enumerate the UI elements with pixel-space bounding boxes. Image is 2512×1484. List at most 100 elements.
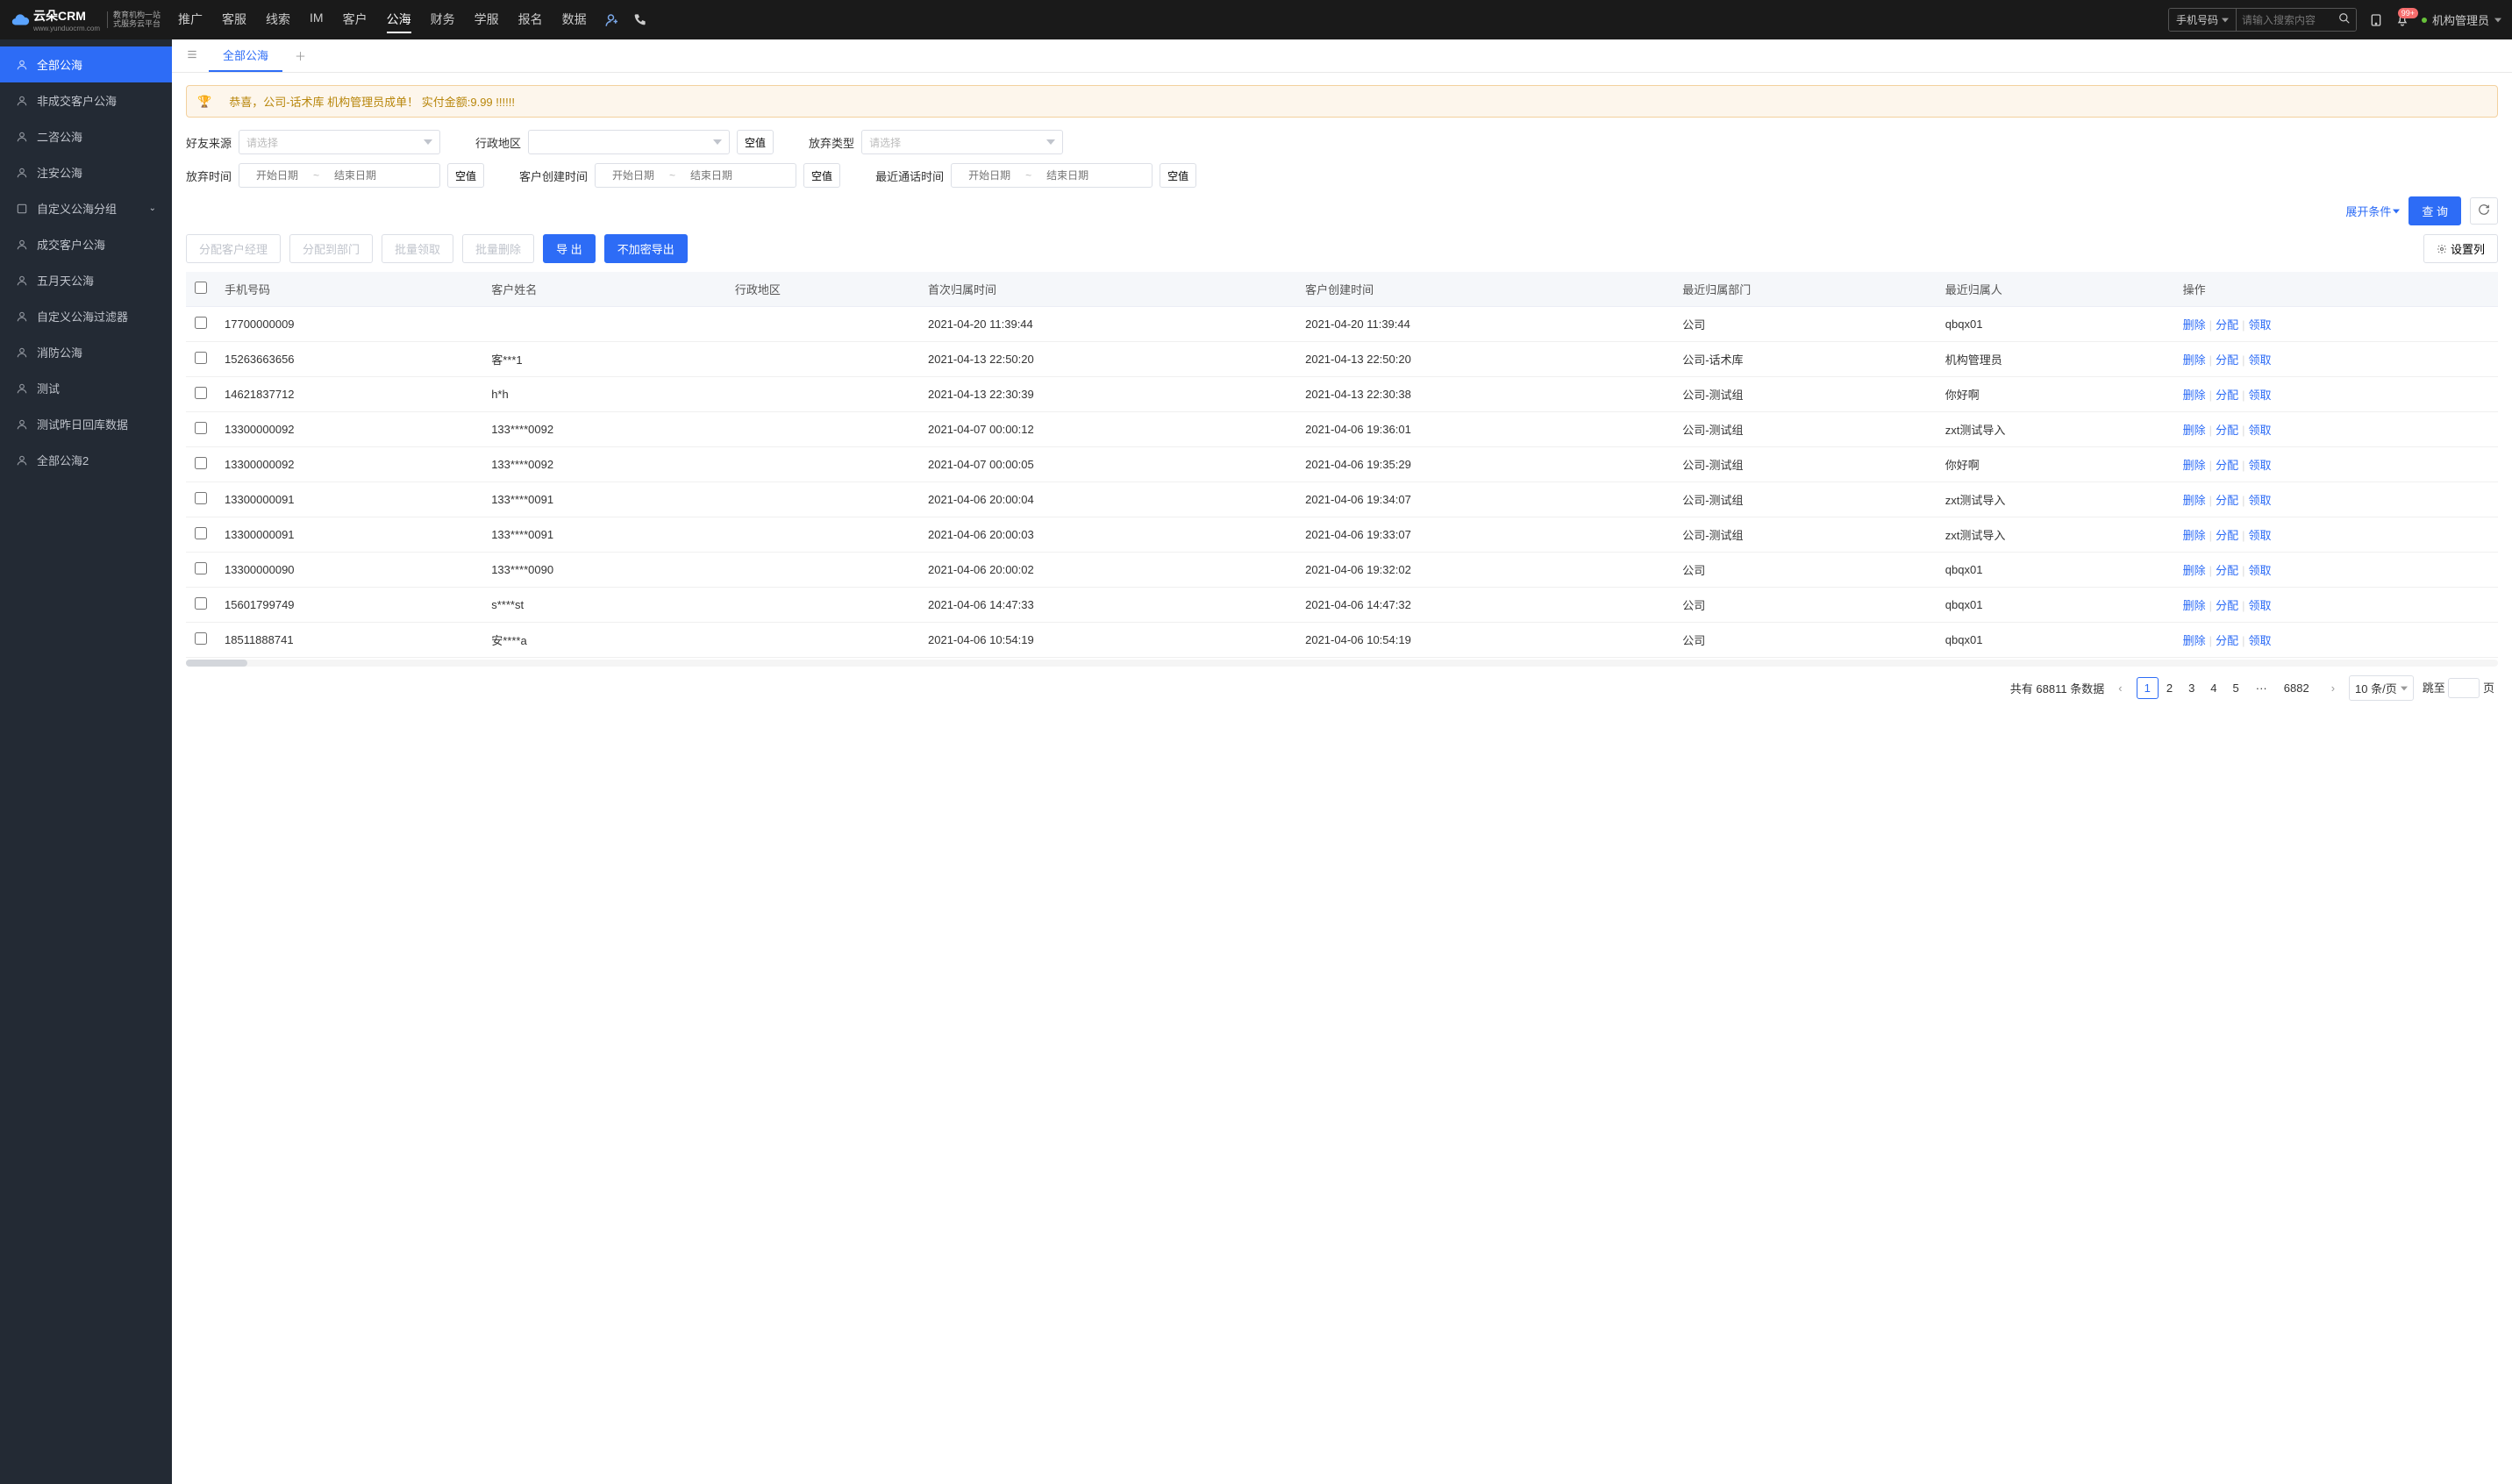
row-checkbox[interactable]	[195, 597, 207, 610]
op-assign[interactable]: 分配	[2216, 459, 2238, 472]
create-time-range[interactable]: ~	[595, 163, 796, 188]
abandon-end-input[interactable]	[325, 169, 386, 182]
abandon-time-range[interactable]: ~	[239, 163, 440, 188]
op-claim[interactable]: 领取	[2248, 353, 2271, 367]
row-checkbox[interactable]	[195, 422, 207, 434]
op-delete[interactable]: 删除	[2183, 529, 2206, 542]
op-assign[interactable]: 分配	[2216, 599, 2238, 612]
sidebar-item-4[interactable]: 自定义公海分组⌄	[0, 190, 172, 226]
op-assign[interactable]: 分配	[2216, 353, 2238, 367]
op-assign[interactable]: 分配	[2216, 318, 2238, 332]
add-user-icon[interactable]	[604, 12, 620, 28]
next-page-button[interactable]: ›	[2326, 680, 2340, 696]
op-delete[interactable]: 删除	[2183, 494, 2206, 507]
sidebar-item-11[interactable]: 全部公海2	[0, 442, 172, 478]
op-assign[interactable]: 分配	[2216, 564, 2238, 577]
op-assign[interactable]: 分配	[2216, 529, 2238, 542]
create-null-button[interactable]: 空值	[803, 163, 840, 188]
horizontal-scrollbar[interactable]	[186, 660, 2498, 667]
call-start-input[interactable]	[959, 169, 1020, 182]
filter-region-select[interactable]	[528, 130, 730, 154]
op-assign[interactable]: 分配	[2216, 494, 2238, 507]
scrollbar-thumb[interactable]	[186, 660, 247, 667]
page-number-1[interactable]: 1	[2137, 677, 2159, 699]
sidebar-item-9[interactable]: 测试	[0, 370, 172, 406]
expand-filters-link[interactable]: 展开条件	[2345, 203, 2400, 219]
page-number-5[interactable]: 5	[2225, 677, 2247, 699]
last-page-button[interactable]: 6882	[2276, 677, 2317, 699]
op-claim[interactable]: 领取	[2248, 599, 2271, 612]
nav-item-7[interactable]: 学服	[475, 7, 499, 33]
op-delete[interactable]: 删除	[2183, 634, 2206, 647]
nav-item-0[interactable]: 推广	[178, 7, 203, 33]
page-jump-input[interactable]	[2448, 678, 2480, 698]
sidebar-item-7[interactable]: 自定义公海过滤器	[0, 298, 172, 334]
op-delete[interactable]: 删除	[2183, 459, 2206, 472]
nav-item-6[interactable]: 财务	[431, 7, 455, 33]
row-checkbox[interactable]	[195, 457, 207, 469]
abandon-start-input[interactable]	[246, 169, 308, 182]
assign-dept-button[interactable]: 分配到部门	[289, 234, 373, 263]
refresh-button[interactable]	[2470, 197, 2498, 225]
nav-item-2[interactable]: 线索	[266, 7, 290, 33]
sidebar-item-3[interactable]: 注安公海	[0, 154, 172, 190]
sidebar-item-2[interactable]: 二咨公海	[0, 118, 172, 154]
assign-manager-button[interactable]: 分配客户经理	[186, 234, 281, 263]
sidebar-item-8[interactable]: 消防公海	[0, 334, 172, 370]
row-checkbox[interactable]	[195, 632, 207, 645]
export-button[interactable]: 导 出	[543, 234, 596, 263]
op-claim[interactable]: 领取	[2248, 389, 2271, 402]
page-number-4[interactable]: 4	[2202, 677, 2224, 699]
bell-icon[interactable]: 99+	[2395, 13, 2409, 27]
filter-source-select[interactable]: 请选择	[239, 130, 440, 154]
sidebar-item-1[interactable]: 非成交客户公海	[0, 82, 172, 118]
row-checkbox[interactable]	[195, 562, 207, 574]
tab-all-sea[interactable]: 全部公海	[209, 39, 282, 72]
create-start-input[interactable]	[603, 169, 664, 182]
row-checkbox[interactable]	[195, 492, 207, 504]
export-plain-button[interactable]: 不加密导出	[604, 234, 688, 263]
op-claim[interactable]: 领取	[2248, 564, 2271, 577]
row-checkbox[interactable]	[195, 387, 207, 399]
sidebar-item-5[interactable]: 成交客户公海	[0, 226, 172, 262]
nav-item-4[interactable]: 客户	[343, 7, 368, 33]
op-claim[interactable]: 领取	[2248, 529, 2271, 542]
page-number-3[interactable]: 3	[2180, 677, 2202, 699]
sidebar-item-0[interactable]: 全部公海	[0, 46, 172, 82]
nav-item-8[interactable]: 报名	[518, 7, 543, 33]
set-columns-button[interactable]: 设置列	[2423, 234, 2498, 263]
abandon-null-button[interactable]: 空值	[447, 163, 484, 188]
tab-add-button[interactable]: ＋	[288, 40, 313, 71]
row-checkbox[interactable]	[195, 527, 207, 539]
tabs-toggle-icon[interactable]	[181, 45, 203, 67]
search-type-select[interactable]: 手机号码	[2169, 9, 2237, 31]
call-end-input[interactable]	[1037, 169, 1098, 182]
op-delete[interactable]: 删除	[2183, 353, 2206, 367]
batch-delete-button[interactable]: 批量删除	[462, 234, 534, 263]
page-number-2[interactable]: 2	[2159, 677, 2180, 699]
op-delete[interactable]: 删除	[2183, 318, 2206, 332]
sidebar-item-10[interactable]: 测试昨日回库数据	[0, 406, 172, 442]
search-input[interactable]	[2237, 9, 2333, 31]
op-assign[interactable]: 分配	[2216, 424, 2238, 437]
op-delete[interactable]: 删除	[2183, 424, 2206, 437]
op-claim[interactable]: 领取	[2248, 424, 2271, 437]
nav-item-1[interactable]: 客服	[222, 7, 246, 33]
op-delete[interactable]: 删除	[2183, 564, 2206, 577]
call-null-button[interactable]: 空值	[1160, 163, 1196, 188]
batch-claim-button[interactable]: 批量领取	[382, 234, 453, 263]
row-checkbox[interactable]	[195, 352, 207, 364]
op-claim[interactable]: 领取	[2248, 459, 2271, 472]
filter-type-select[interactable]: 请选择	[861, 130, 1063, 154]
call-time-range[interactable]: ~	[951, 163, 1153, 188]
tablet-icon[interactable]	[2369, 13, 2383, 27]
op-delete[interactable]: 删除	[2183, 389, 2206, 402]
phone-icon[interactable]	[632, 13, 646, 27]
logo[interactable]: 云朵CRM www.yunduocrm.com 教育机构一站式服务云平台	[11, 7, 161, 32]
page-size-select[interactable]: 10 条/页	[2349, 675, 2414, 701]
region-null-button[interactable]: 空值	[737, 130, 774, 154]
sidebar-item-6[interactable]: 五月天公海	[0, 262, 172, 298]
op-delete[interactable]: 删除	[2183, 599, 2206, 612]
query-button[interactable]: 查 询	[2409, 196, 2461, 225]
op-assign[interactable]: 分配	[2216, 634, 2238, 647]
